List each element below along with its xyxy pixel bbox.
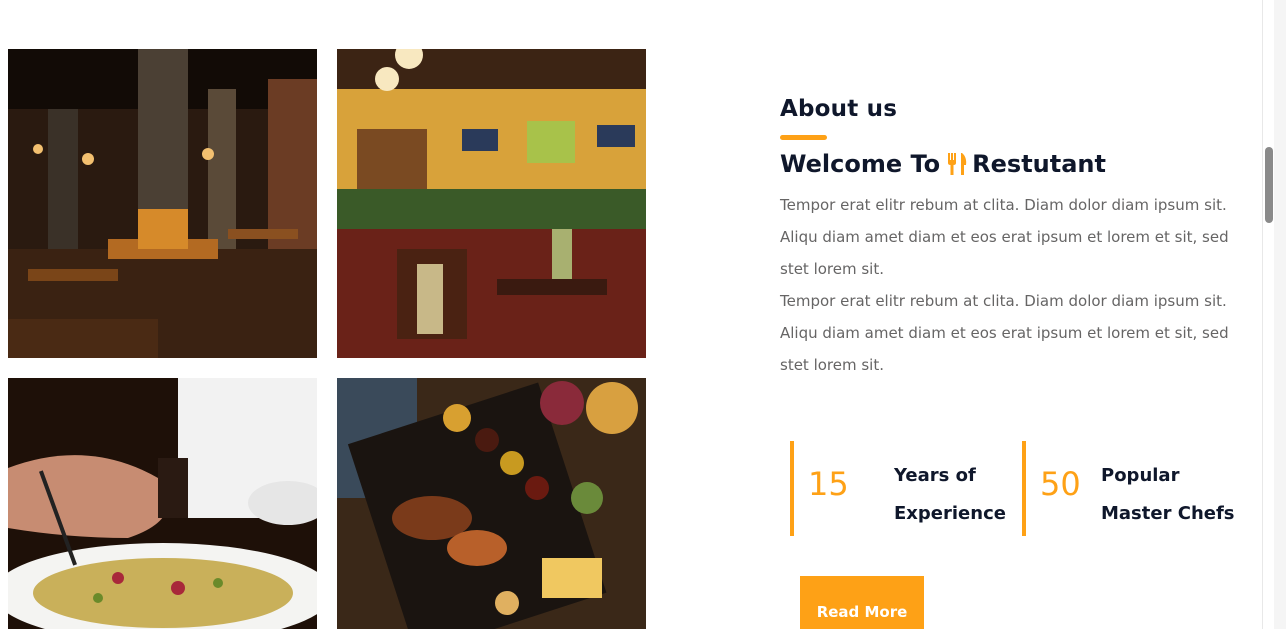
scrollbar-thumb[interactable]: [1265, 147, 1273, 223]
stat-number: 50: [1040, 465, 1081, 503]
grilled-platter-image: [337, 378, 646, 629]
stat-label: Popular Master Chefs: [1101, 457, 1235, 533]
about-underline-divider: [780, 135, 827, 140]
stat-master-chefs: 50 Popular Master Chefs: [1022, 441, 1246, 536]
welcome-heading: Welcome To Restutant: [780, 150, 1106, 178]
about-paragraph-1: Tempor erat elitr rebum at clita. Diam d…: [780, 196, 1229, 278]
about-paragraph-2: Tempor erat elitr rebum at clita. Diam d…: [780, 292, 1229, 374]
welcome-suffix: Restutant: [972, 150, 1106, 178]
window-edge: [1274, 0, 1286, 629]
stat-label-line: Experience: [894, 503, 1006, 524]
utensils-icon: [944, 151, 970, 177]
stat-label-line: Popular: [1101, 465, 1180, 486]
welcome-prefix: Welcome To: [780, 150, 941, 178]
restaurant-dining-room-image: [337, 49, 646, 358]
restaurant-bar-interior-image: [8, 49, 317, 358]
stat-label-line: Years of: [894, 465, 976, 486]
read-more-button[interactable]: Read More: [800, 576, 924, 629]
stat-number: 15: [808, 465, 849, 503]
stat-label: Years of Experience: [894, 457, 1006, 533]
about-us-label: About us: [780, 96, 898, 122]
stat-years-experience: 15 Years of Experience: [790, 441, 1014, 536]
dining-hand-salad-image: [8, 378, 317, 629]
stat-label-line: Master Chefs: [1101, 503, 1235, 524]
